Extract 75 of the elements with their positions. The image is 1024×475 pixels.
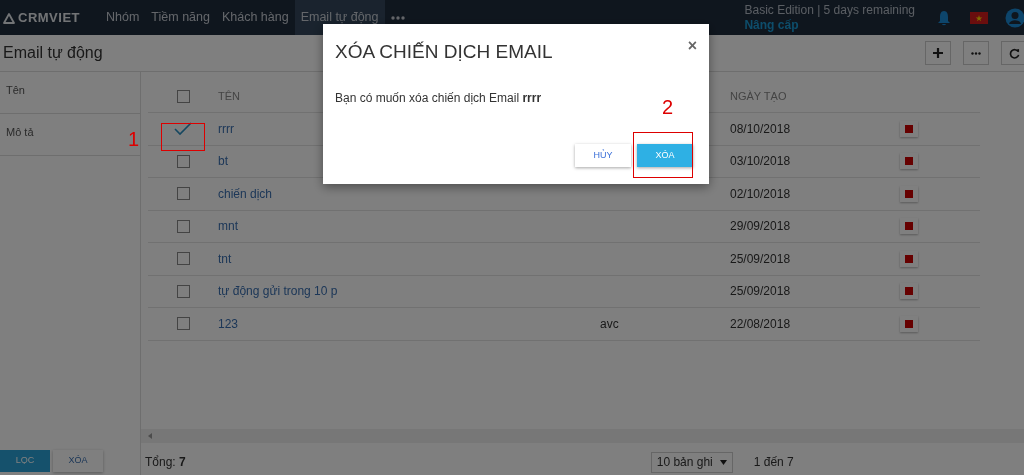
nav-tab[interactable]: Nhóm bbox=[100, 0, 146, 35]
table-cell: 03/10/2018 bbox=[730, 154, 791, 169]
filter-field[interactable]: Tên bbox=[0, 72, 140, 114]
logo-icon bbox=[3, 11, 15, 24]
filter-label: Tên bbox=[6, 84, 25, 96]
nav-tab[interactable]: Tiềm năng bbox=[145, 0, 216, 35]
add-button[interactable] bbox=[925, 41, 951, 65]
row-checkbox[interactable] bbox=[176, 187, 190, 201]
filter-button[interactable]: LỌC bbox=[0, 450, 50, 472]
table-cell: 25/09/2018 bbox=[730, 284, 791, 299]
stop-button[interactable] bbox=[900, 250, 918, 267]
square-icon bbox=[905, 157, 913, 166]
table-cell: 22/08/2018 bbox=[730, 316, 791, 331]
table-cell: avc bbox=[600, 316, 619, 331]
more-button[interactable] bbox=[963, 41, 989, 65]
campaign-link[interactable]: bt bbox=[218, 154, 228, 169]
column-header: NGÀY TẠO bbox=[730, 90, 787, 102]
square-icon bbox=[905, 189, 913, 198]
row-checkbox[interactable] bbox=[174, 121, 192, 136]
square-icon bbox=[905, 222, 913, 231]
square-icon bbox=[905, 254, 913, 263]
avatar-icon[interactable] bbox=[1005, 7, 1024, 28]
scroll-left-icon[interactable] bbox=[146, 432, 154, 440]
table-cell: 25/09/2018 bbox=[730, 251, 791, 266]
campaign-link[interactable]: tự động gửi trong 10 p bbox=[218, 284, 338, 299]
campaign-link[interactable]: rrrr bbox=[218, 121, 234, 136]
stop-button[interactable] bbox=[900, 153, 918, 170]
square-icon bbox=[905, 124, 913, 133]
highlight-frame bbox=[161, 122, 205, 151]
row-checkbox[interactable] bbox=[176, 154, 190, 168]
dropdown-caret-icon bbox=[719, 459, 727, 465]
campaign-link[interactable]: 123 bbox=[218, 316, 239, 331]
square-icon bbox=[905, 287, 913, 296]
stop-button[interactable] bbox=[900, 120, 918, 137]
cancel-button[interactable]: HỦY bbox=[575, 144, 631, 167]
campaign-link[interactable]: tnt bbox=[218, 251, 232, 266]
stop-button[interactable] bbox=[900, 315, 918, 332]
more-icon bbox=[971, 51, 981, 55]
total-count: Tổng: 7 bbox=[145, 454, 186, 471]
flag-icon[interactable] bbox=[970, 11, 988, 24]
campaign-link[interactable]: mnt bbox=[218, 219, 238, 234]
refresh-icon bbox=[1008, 47, 1020, 59]
table-cell: 08/10/2018 bbox=[730, 121, 791, 136]
edition-text: Basic Edition | 5 days remaining bbox=[744, 2, 915, 18]
row-checkbox[interactable] bbox=[176, 219, 190, 233]
bell-icon[interactable] bbox=[937, 9, 951, 26]
more-icon[interactable] bbox=[390, 15, 405, 20]
row-checkbox[interactable] bbox=[176, 317, 190, 331]
stop-button[interactable] bbox=[900, 185, 918, 202]
step-number: 1 bbox=[128, 126, 140, 152]
page-range: 1 đến 7 bbox=[753, 454, 794, 471]
table-cell: 29/09/2018 bbox=[730, 219, 791, 234]
campaign-link[interactable]: chiến dịch bbox=[218, 186, 273, 201]
page-title: Email tự động bbox=[3, 43, 103, 63]
stop-button[interactable] bbox=[900, 283, 918, 300]
plus-icon bbox=[933, 48, 943, 58]
table-cell: 02/10/2018 bbox=[730, 186, 791, 201]
nav-tab[interactable]: Khách hàng bbox=[215, 0, 295, 35]
logo-text: CRMVIET bbox=[18, 8, 80, 27]
highlight-frame bbox=[633, 132, 693, 178]
upgrade-link[interactable]: Nâng cấp bbox=[744, 17, 915, 33]
column-header: TÊN bbox=[218, 90, 240, 102]
stop-button[interactable] bbox=[900, 218, 918, 235]
page-size-select[interactable]: 10 bản ghi bbox=[650, 451, 733, 473]
row-checkbox[interactable] bbox=[176, 89, 190, 103]
filter-label: Mô tả bbox=[6, 126, 34, 138]
refresh-button[interactable] bbox=[1001, 41, 1024, 65]
dialog-title: XÓA CHIẾN DỊCH EMAIL bbox=[335, 40, 553, 64]
row-checkbox[interactable] bbox=[176, 252, 190, 266]
confirm-button[interactable]: XÓA bbox=[637, 144, 693, 167]
filter-button[interactable]: XÓA bbox=[53, 450, 103, 472]
close-button[interactable]: × bbox=[687, 38, 697, 54]
row-checkbox[interactable] bbox=[176, 284, 190, 298]
step-number: 2 bbox=[662, 95, 674, 120]
square-icon bbox=[905, 319, 913, 328]
